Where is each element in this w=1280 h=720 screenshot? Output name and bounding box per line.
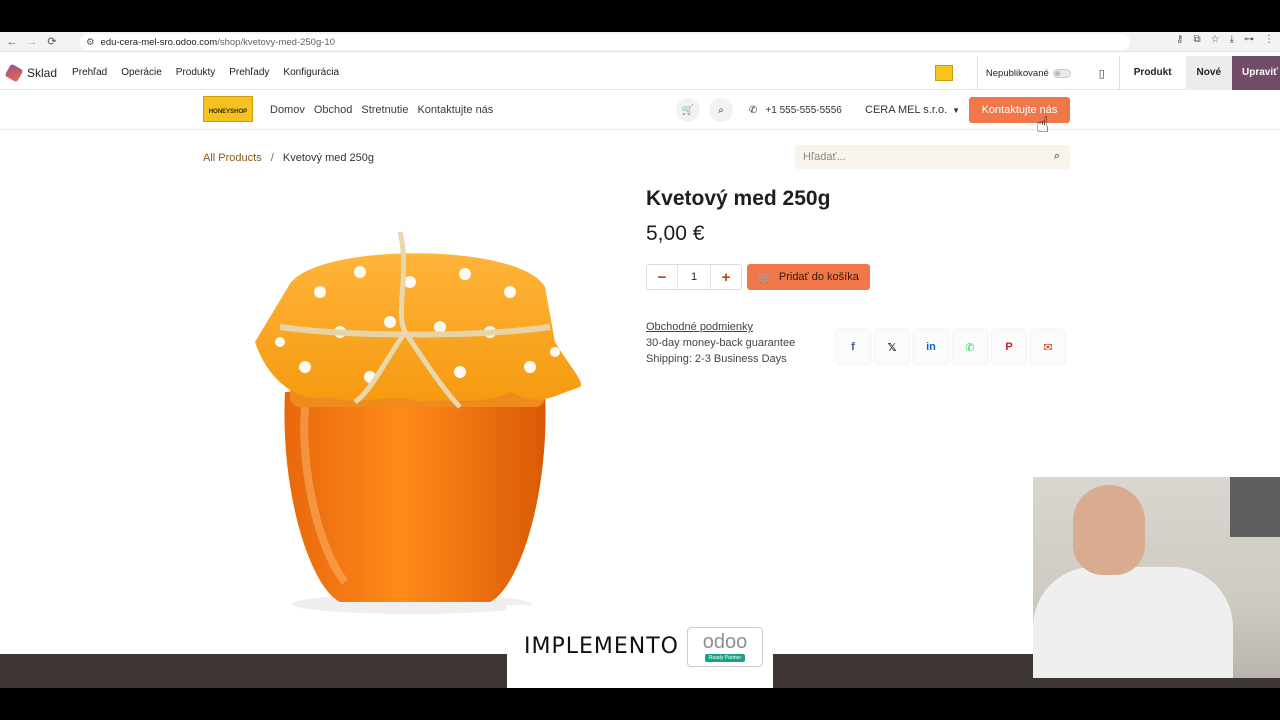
search-icon[interactable]: ⌕: [709, 98, 733, 122]
search-icon[interactable]: ⌕: [1054, 150, 1060, 163]
nav-domov[interactable]: Domov: [270, 104, 305, 116]
reload-icon[interactable]: ⟳: [44, 34, 60, 50]
partner-label: Ready Partner: [704, 653, 746, 662]
star-icon[interactable]: ☆: [1211, 34, 1220, 45]
menu-item-operacie[interactable]: Operácie: [114, 67, 169, 78]
product-price: 5,00 €: [646, 222, 705, 245]
video-frame: ← → ⟳ ⚙ edu-cera-mel-sro.odoo.com/shop/k…: [0, 0, 1280, 720]
menu-item-konfiguracia[interactable]: Konfigurácia: [276, 67, 346, 78]
menu-item-produkty[interactable]: Produkty: [169, 67, 222, 78]
logo-text: HONEYSHOP: [208, 109, 248, 115]
produkt-button[interactable]: Produkt: [1120, 56, 1186, 90]
facebook-icon[interactable]: f: [836, 330, 870, 364]
menu-item-prehlady[interactable]: Prehľady: [222, 67, 276, 78]
phone-text: +1 555-555-5556: [765, 104, 842, 116]
breadcrumb-current: Kvetový med 250g: [282, 152, 375, 164]
breadcrumb-all-products[interactable]: All Products: [203, 152, 262, 164]
shipping-text: Shipping: 2-3 Business Days: [646, 353, 787, 365]
url-host: edu-cera-mel-sro.odoo.com: [100, 36, 218, 48]
browser-toolbar: ← → ⟳ ⚙ edu-cera-mel-sro.odoo.com/shop/k…: [0, 32, 1280, 52]
download-icon[interactable]: ⤓: [1230, 34, 1234, 45]
odoo-apps-icon[interactable]: [4, 62, 24, 83]
publish-label: Nepublikované: [985, 67, 1049, 79]
whatsapp-icon[interactable]: ✆: [953, 330, 987, 364]
terms-link[interactable]: Obchodné podmienky: [646, 319, 795, 335]
nav-kontakt[interactable]: Kontaktujte nás: [417, 104, 493, 116]
linkedin-icon[interactable]: in: [914, 330, 948, 364]
nav-obchod[interactable]: Obchod: [314, 104, 353, 116]
odoo-logo-text: odoo: [702, 630, 748, 653]
nav-stretnutie[interactable]: Stretnutie: [361, 104, 408, 116]
cart-icon[interactable]: 🛒: [676, 98, 700, 122]
search-placeholder: Hľadať...: [803, 151, 846, 163]
odoo-menu: Prehľad Operácie Produkty Prehľady Konfi…: [65, 67, 346, 78]
webcam-overlay: [1033, 477, 1280, 678]
browser-actions: ⚷ ⧉ ☆ ⤓ ⊶ ⋮: [1176, 34, 1274, 45]
breadcrumb-separator: /: [270, 152, 274, 164]
presenter-body: [1033, 567, 1233, 678]
minus-icon[interactable]: −: [647, 265, 677, 289]
menu-item-prehlad[interactable]: Prehľad: [65, 67, 114, 78]
share-buttons: f 𝕏 in ✆ P ✉: [836, 330, 1065, 364]
menu-icon[interactable]: ⋮: [1264, 34, 1274, 45]
url-path: /shop/kvetovy-med-250g-10: [217, 36, 335, 48]
key-icon[interactable]: ⚷: [1176, 34, 1183, 45]
back-icon[interactable]: ←: [4, 34, 20, 50]
company-dropdown[interactable]: CERA MEL s.r.o. ▼: [865, 90, 960, 130]
pinterest-icon[interactable]: P: [992, 330, 1026, 364]
product-image: [255, 231, 581, 614]
breadcrumb: All Products / Kvetový med 250g: [203, 152, 374, 164]
chevron-down-icon: ▼: [952, 105, 961, 115]
add-to-cart-label: Pridať do košíka: [778, 271, 859, 283]
quantity-input[interactable]: 1: [677, 265, 711, 289]
odoo-right-controls: Nepublikované ▯ Produkt Nové Upraviť: [934, 56, 1280, 90]
install-icon[interactable]: ⧉: [1193, 34, 1200, 45]
site-info-icon[interactable]: ⚙: [86, 37, 95, 48]
phone-icon: ✆: [749, 104, 758, 116]
address-bar[interactable]: ⚙ edu-cera-mel-sro.odoo.com/shop/kvetovy…: [80, 34, 1130, 50]
odoo-partner-badge: odoo Ready Partner: [687, 626, 763, 667]
site-logo[interactable]: HONEYSHOP: [203, 96, 253, 122]
add-to-cart-button[interactable]: 🛒 Pridať do košíka: [747, 264, 870, 290]
phone-number[interactable]: ✆ +1 555-555-5556: [749, 90, 842, 130]
search-input[interactable]: Hľadať... ⌕: [795, 145, 1070, 169]
site-header: HONEYSHOP Domov Obchod Stretnutie Kontak…: [0, 90, 1280, 130]
guarantee-text: 30-day money-back guarantee: [646, 337, 796, 349]
hand-cursor-icon: ☝: [1036, 112, 1050, 137]
screen: ← → ⟳ ⚙ edu-cera-mel-sro.odoo.com/shop/k…: [0, 32, 1280, 688]
extension-icon[interactable]: ⊶: [1244, 34, 1254, 45]
upravit-button[interactable]: Upraviť: [1232, 56, 1280, 90]
odoo-topbar: Sklad Prehľad Operácie Produkty Prehľady…: [0, 56, 1280, 90]
email-icon[interactable]: ✉: [1031, 330, 1065, 364]
mobile-preview-icon[interactable]: ▯: [1085, 67, 1119, 80]
contact-button[interactable]: Kontaktujte nás: [969, 97, 1070, 123]
wall-picture: [1230, 477, 1280, 537]
implemento-logo: IMPLEMENTO: [524, 634, 679, 659]
publish-toggle[interactable]: [1052, 68, 1071, 78]
product-terms: Obchodné podmienky 30-day money-back gua…: [646, 319, 795, 367]
quantity-stepper: − 1 +: [646, 264, 742, 290]
divider: [976, 56, 978, 90]
forward-icon[interactable]: →: [24, 34, 40, 50]
product-title: Kvetový med 250g: [646, 187, 831, 210]
company-thumbnail[interactable]: [934, 65, 953, 81]
plus-icon[interactable]: +: [711, 265, 741, 289]
company-name: CERA MEL s.r.o.: [865, 104, 948, 116]
nove-button[interactable]: Nové: [1185, 56, 1232, 90]
app-name[interactable]: Sklad: [27, 66, 57, 80]
site-nav: Domov Obchod Stretnutie Kontaktujte nás: [270, 90, 502, 130]
presenter-head: [1073, 485, 1145, 575]
cart-icon: 🛒: [758, 271, 772, 284]
implemento-branding: IMPLEMENTO odoo Ready Partner: [507, 605, 773, 688]
x-icon[interactable]: 𝕏: [875, 330, 909, 364]
